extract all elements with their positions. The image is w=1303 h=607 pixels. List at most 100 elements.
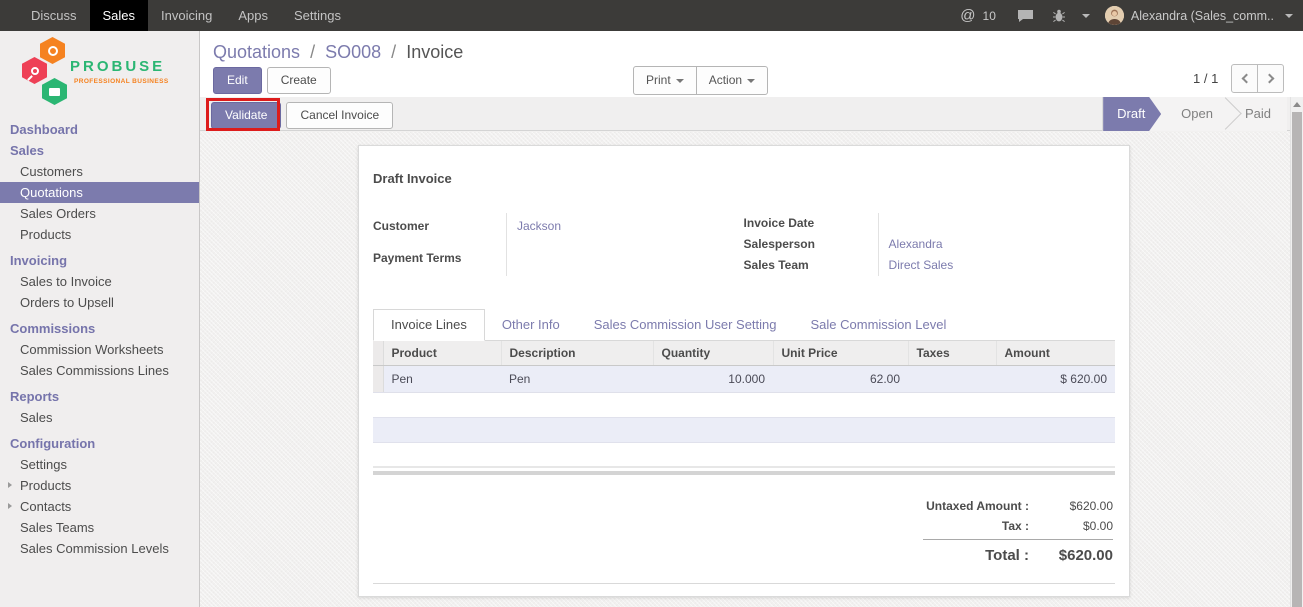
cancel-invoice-button[interactable]: Cancel Invoice xyxy=(286,102,393,129)
status-state-draft[interactable]: Draft xyxy=(1103,97,1161,131)
sidebar-section-invoicing: Invoicing Sales to Invoice Orders to Ups… xyxy=(0,250,199,313)
messages-icon[interactable] xyxy=(1017,9,1034,23)
breadcrumb-so008[interactable]: SO008 xyxy=(325,42,381,62)
customer-label: Customer xyxy=(373,213,506,245)
sidebar-item-config-products[interactable]: Products xyxy=(0,475,199,496)
totals-block: Untaxed Amount : $620.00 Tax : $0.00 Tot… xyxy=(861,496,1113,567)
tax-value: $0.00 xyxy=(1029,519,1113,533)
edit-button[interactable]: Edit xyxy=(213,67,262,94)
pager-next-button[interactable] xyxy=(1257,64,1284,93)
mentions-icon[interactable]: @ xyxy=(960,7,975,24)
scrollbar-thumb[interactable] xyxy=(1292,112,1302,607)
sidebar-header-sales[interactable]: Sales xyxy=(0,140,199,161)
scrollbar-up-arrow-icon[interactable] xyxy=(1291,97,1303,112)
sidebar-header-reports[interactable]: Reports xyxy=(0,386,199,407)
cell-taxes xyxy=(908,366,996,393)
sidebar-item-reports-sales[interactable]: Sales xyxy=(0,407,199,428)
invoice-date-value[interactable] xyxy=(878,213,1115,234)
logo-box-hexagon-icon xyxy=(42,78,67,105)
column-taxes: Taxes xyxy=(908,341,996,366)
create-button[interactable]: Create xyxy=(267,67,331,94)
column-quantity: Quantity xyxy=(653,341,773,366)
sidebar-item-sales-commissions-lines[interactable]: Sales Commissions Lines xyxy=(0,360,199,381)
control-panel: Quotations / SO008 / Invoice Edit Create… xyxy=(200,31,1303,97)
sidebar-item-products[interactable]: Products xyxy=(0,224,199,245)
tax-label: Tax : xyxy=(1002,519,1029,533)
empty-list-strip xyxy=(373,417,1115,443)
debug-caret-icon[interactable] xyxy=(1082,14,1090,18)
payment-terms-label: Payment Terms xyxy=(373,245,506,277)
cell-amount: $ 620.00 xyxy=(996,366,1115,393)
vertical-scrollbar[interactable] xyxy=(1290,97,1303,607)
menu-settings[interactable]: Settings xyxy=(281,0,354,31)
logo-magnifier-hexagon-icon xyxy=(22,57,47,84)
breadcrumb-current: Invoice xyxy=(406,42,463,62)
print-button[interactable]: Print xyxy=(633,66,697,95)
sidebar-item-quotations[interactable]: Quotations xyxy=(0,182,199,203)
untaxed-amount-row: Untaxed Amount : $620.00 xyxy=(861,496,1113,516)
tab-sale-commission-level[interactable]: Sale Commission Level xyxy=(794,310,964,340)
menu-apps[interactable]: Apps xyxy=(225,0,281,31)
sidebar-item-dashboard[interactable]: Dashboard xyxy=(0,119,199,140)
invoice-form-sheet: Draft Invoice Customer Jackson Payment T… xyxy=(358,145,1130,597)
validate-button[interactable]: Validate xyxy=(211,102,281,129)
tab-sales-commission-user-setting[interactable]: Sales Commission User Setting xyxy=(577,310,794,340)
menu-discuss[interactable]: Discuss xyxy=(18,0,90,31)
logo-subtitle: PROFESSIONAL BUSINESS xyxy=(74,78,169,85)
totals-divider xyxy=(923,539,1113,540)
action-button[interactable]: Action xyxy=(696,66,768,95)
expand-chevron-icon xyxy=(8,503,12,509)
sidebar-item-settings[interactable]: Settings xyxy=(0,454,199,475)
salesperson-value[interactable]: Alexandra xyxy=(878,234,1115,255)
sidebar-item-customers[interactable]: Customers xyxy=(0,161,199,182)
sidebar-header-invoicing[interactable]: Invoicing xyxy=(0,250,199,271)
sidebar-item-commission-worksheets[interactable]: Commission Worksheets xyxy=(0,339,199,360)
sidebar-header-configuration[interactable]: Configuration xyxy=(0,433,199,454)
payment-terms-value[interactable] xyxy=(506,245,732,277)
sidebar-item-sales-orders[interactable]: Sales Orders xyxy=(0,203,199,224)
sidebar-section-configuration: Configuration Settings Products Contacts… xyxy=(0,433,199,559)
status-widget: Draft Open Paid xyxy=(1102,97,1287,131)
debug-bug-icon[interactable] xyxy=(1053,9,1065,23)
cell-description: Pen xyxy=(501,366,653,393)
row-handle-column xyxy=(373,341,383,366)
notebook-tabs: Invoice Lines Other Info Sales Commissio… xyxy=(373,309,1115,341)
sidebar-item-sales-teams[interactable]: Sales Teams xyxy=(0,517,199,538)
sidebar-section-dashboard: Dashboard xyxy=(0,119,199,140)
menu-invoicing[interactable]: Invoicing xyxy=(148,0,225,31)
pager-value: 1 / 1 xyxy=(1193,71,1218,86)
breadcrumb-separator: / xyxy=(305,42,320,62)
invoice-line-row[interactable]: Pen Pen 10.000 62.00 $ 620.00 xyxy=(373,366,1115,393)
top-navbar: Discuss Sales Invoicing Apps Settings @ … xyxy=(0,0,1303,31)
user-avatar[interactable] xyxy=(1105,6,1124,25)
user-menu[interactable]: Alexandra (Sales_comm.. xyxy=(1131,9,1274,23)
sheet-footer-divider xyxy=(373,583,1115,584)
tab-other-info[interactable]: Other Info xyxy=(485,310,577,340)
sidebar-item-orders-to-upsell[interactable]: Orders to Upsell xyxy=(0,292,199,313)
row-handle xyxy=(373,366,383,393)
untaxed-amount-label: Untaxed Amount : xyxy=(926,499,1029,513)
mentions-count[interactable]: 10 xyxy=(983,9,996,23)
breadcrumb-quotations[interactable]: Quotations xyxy=(213,42,300,62)
sales-team-value[interactable]: Direct Sales xyxy=(878,255,1115,276)
sidebar-section-sales: Sales Customers Quotations Sales Orders … xyxy=(0,140,199,245)
status-chevron-icon xyxy=(1223,97,1233,131)
field-group-left: Customer Jackson Payment Terms xyxy=(373,213,732,276)
cell-unit-price: 62.00 xyxy=(773,366,908,393)
probuse-logo: PROBUSE PROFESSIONAL BUSINESS xyxy=(0,31,199,119)
sidebar-item-config-contacts[interactable]: Contacts xyxy=(0,496,199,517)
print-caret-icon xyxy=(676,79,684,83)
sidebar-header-commissions[interactable]: Commissions xyxy=(0,318,199,339)
tab-invoice-lines[interactable]: Invoice Lines xyxy=(373,309,485,341)
pager-previous-button[interactable] xyxy=(1231,64,1258,93)
menu-sales[interactable]: Sales xyxy=(90,0,149,31)
sidebar-item-sales-to-invoice[interactable]: Sales to Invoice xyxy=(0,271,199,292)
sidebar-item-sales-commission-levels[interactable]: Sales Commission Levels xyxy=(0,538,199,559)
user-menu-caret-icon[interactable] xyxy=(1285,14,1293,18)
field-group-right: Invoice Date Salesperson Alexandra Sales… xyxy=(744,213,1115,276)
customer-value[interactable]: Jackson xyxy=(506,213,732,245)
table-header-row: Product Description Quantity Unit Price … xyxy=(373,341,1115,366)
cell-product: Pen xyxy=(383,366,501,393)
column-unit-price: Unit Price xyxy=(773,341,908,366)
column-amount: Amount xyxy=(996,341,1115,366)
